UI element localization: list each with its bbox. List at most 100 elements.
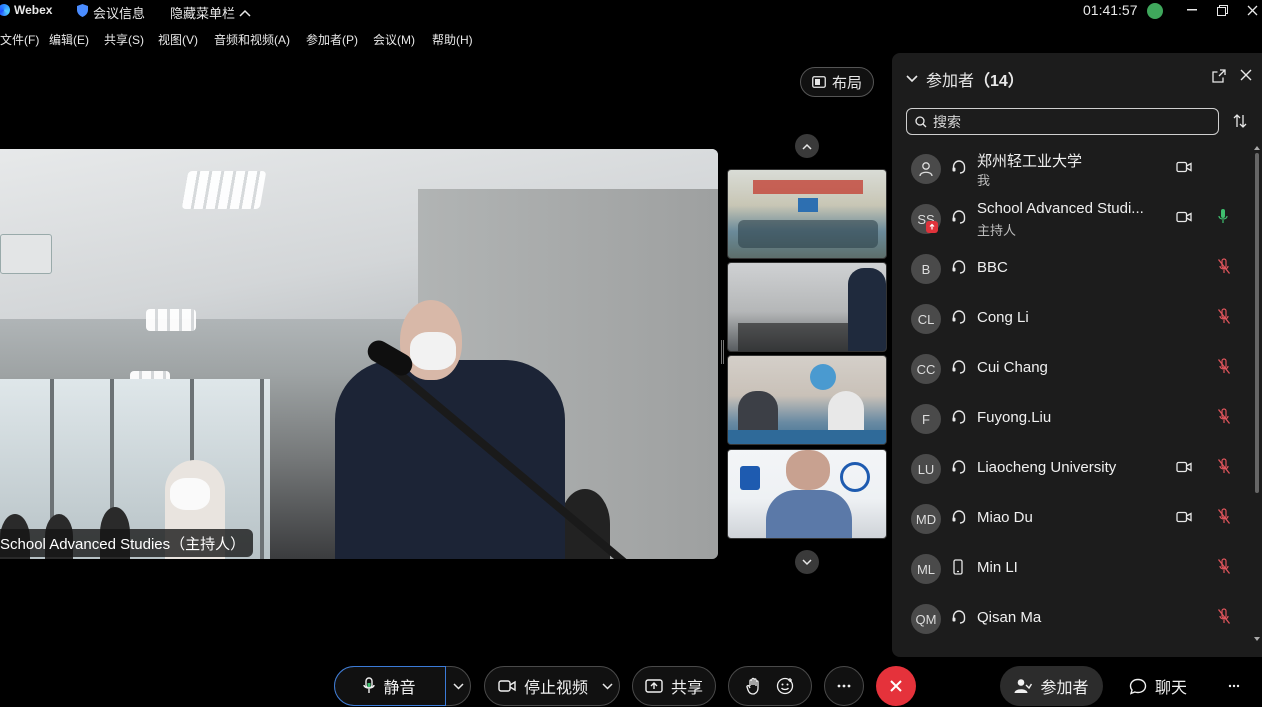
microphone-muted-icon[interactable]	[1217, 358, 1231, 380]
thumb-person	[848, 268, 886, 351]
thumb-shirt	[766, 490, 852, 538]
close-window-button[interactable]	[1242, 1, 1262, 19]
video-options-button[interactable]	[596, 666, 618, 706]
search-icon	[915, 115, 927, 127]
thumb-people	[738, 220, 878, 248]
layout-icon	[812, 76, 826, 88]
main-video[interactable]	[0, 149, 718, 559]
minimize-button[interactable]	[1182, 1, 1202, 19]
video-camera-icon	[1176, 210, 1192, 228]
avatar: CC	[911, 354, 941, 384]
participant-search-input[interactable]	[933, 113, 1203, 130]
participant-row[interactable]: QM Qisan Ma	[892, 593, 1254, 643]
participant-row[interactable]: LU Liaocheng University	[892, 443, 1254, 493]
chevron-down-icon	[601, 682, 613, 690]
layout-button[interactable]: 布局	[800, 67, 874, 97]
participant-row[interactable]: CL Cong Li	[892, 293, 1254, 343]
participant-search-box[interactable]	[906, 108, 1219, 135]
webex-logo-icon	[0, 4, 10, 16]
participant-row[interactable]: F Fuyong.Liu	[892, 393, 1254, 443]
more-options-button[interactable]	[824, 666, 864, 706]
projector	[0, 234, 52, 274]
emoji-reaction-icon[interactable]	[776, 677, 794, 695]
raise-hand-icon[interactable]	[746, 677, 762, 695]
chevron-down-icon	[802, 558, 812, 565]
avatar: QM	[911, 604, 941, 634]
scroll-up-icon[interactable]	[1254, 145, 1260, 150]
participant-row[interactable]: SS School Advanced Studi... 主持人	[892, 193, 1254, 243]
thumbnails-up-button[interactable]	[795, 134, 819, 158]
close-icon[interactable]	[1240, 69, 1252, 81]
menu-edit[interactable]: 编辑(E)	[49, 31, 89, 48]
microphone-muted-icon[interactable]	[1217, 258, 1231, 280]
chat-label: 聊天	[1154, 680, 1187, 697]
menu-participants[interactable]: 参加者(P)	[306, 31, 358, 48]
menu-view[interactable]: 视图(V)	[158, 31, 198, 48]
microphone-active-icon[interactable]	[1217, 208, 1229, 230]
participant-row[interactable]: CC Cui Chang	[892, 343, 1254, 393]
participants-icon	[1014, 679, 1033, 693]
thumb-seal	[840, 462, 870, 492]
chat-button[interactable]: 聊天	[1122, 666, 1194, 706]
avatar: F	[911, 404, 941, 434]
computer-audio-icon	[951, 259, 967, 280]
video-thumbnail[interactable]	[727, 355, 887, 445]
menu-share[interactable]: 共享(S)	[104, 31, 144, 48]
mobile-phone-icon	[951, 559, 965, 580]
ceiling-light	[146, 309, 196, 331]
video-splitter-handle[interactable]	[721, 340, 724, 364]
meeting-clock: 01:41:57	[1083, 2, 1138, 18]
chevron-down-icon	[906, 75, 918, 83]
more-panels-button[interactable]	[1222, 666, 1246, 706]
participant-name: School Advanced Studi...	[977, 200, 1144, 217]
participants-panel-header[interactable]: 参加者（14）	[906, 67, 1024, 91]
hide-menu-button[interactable]: 隐藏菜单栏	[170, 3, 251, 22]
video-thumbnail[interactable]	[727, 262, 887, 352]
network-signal-icon[interactable]	[1147, 3, 1163, 19]
participants-panel: 参加者（14） 郑州轻工业大学我SSSchool Advanced Studi.…	[892, 53, 1262, 657]
microphone-muted-icon[interactable]	[1217, 558, 1231, 580]
more-horizontal-icon	[1228, 684, 1240, 688]
thumb-audience	[738, 323, 848, 351]
video-thumbnail[interactable]	[727, 169, 887, 259]
microphone-muted-icon[interactable]	[1217, 608, 1231, 630]
participant-row[interactable]: B BBC	[892, 243, 1254, 293]
participants-toggle-button[interactable]: 参加者	[1000, 666, 1103, 706]
participant-name: Cui Chang	[977, 359, 1048, 376]
participants-panel-title: 参加者（14）	[926, 67, 1024, 91]
video-thumbnail[interactable]	[727, 449, 887, 539]
meeting-info-button[interactable]: 会议信息	[93, 3, 145, 22]
maximize-button[interactable]	[1212, 1, 1232, 19]
participants-count: （14）	[974, 73, 1024, 90]
thumbnails-down-button[interactable]	[795, 550, 819, 574]
computer-audio-icon	[951, 209, 967, 230]
menu-help[interactable]: 帮助(H)	[432, 31, 473, 48]
thumb-logo	[810, 364, 836, 390]
share-label: 共享	[670, 680, 703, 697]
menu-file[interactable]: 文件(F)	[0, 31, 39, 48]
participant-row[interactable]: MD Miao Du	[892, 493, 1254, 543]
menu-audio-video[interactable]: 音频和视频(A)	[214, 31, 290, 48]
thumb-person	[738, 391, 778, 431]
shield-icon[interactable]	[77, 4, 88, 17]
share-button[interactable]: 共享	[632, 666, 716, 706]
participant-row[interactable]: ML Min LI	[892, 543, 1254, 593]
participant-name: Qisan Ma	[977, 609, 1042, 626]
sort-icon[interactable]	[1232, 113, 1248, 129]
participant-row[interactable]: 郑州轻工业大学我	[892, 143, 1254, 193]
microphone-muted-icon[interactable]	[1217, 458, 1231, 480]
scrollbar-thumb[interactable]	[1255, 153, 1259, 493]
mute-options-button[interactable]	[446, 666, 471, 706]
microphone-muted-icon[interactable]	[1217, 308, 1231, 330]
microphone-muted-icon[interactable]	[1217, 508, 1231, 530]
participant-list-scrollbar[interactable]	[1254, 145, 1260, 645]
participant-name: Min LI	[977, 559, 1018, 576]
popout-icon[interactable]	[1212, 69, 1226, 83]
microphone-muted-icon[interactable]	[1217, 408, 1231, 430]
chat-bubble-icon	[1129, 678, 1147, 695]
end-meeting-button[interactable]	[876, 666, 916, 706]
participant-name: Liaocheng University	[977, 459, 1117, 476]
scroll-down-icon[interactable]	[1254, 637, 1260, 642]
window-frame	[260, 379, 264, 559]
menu-meeting[interactable]: 会议(M)	[373, 31, 415, 48]
